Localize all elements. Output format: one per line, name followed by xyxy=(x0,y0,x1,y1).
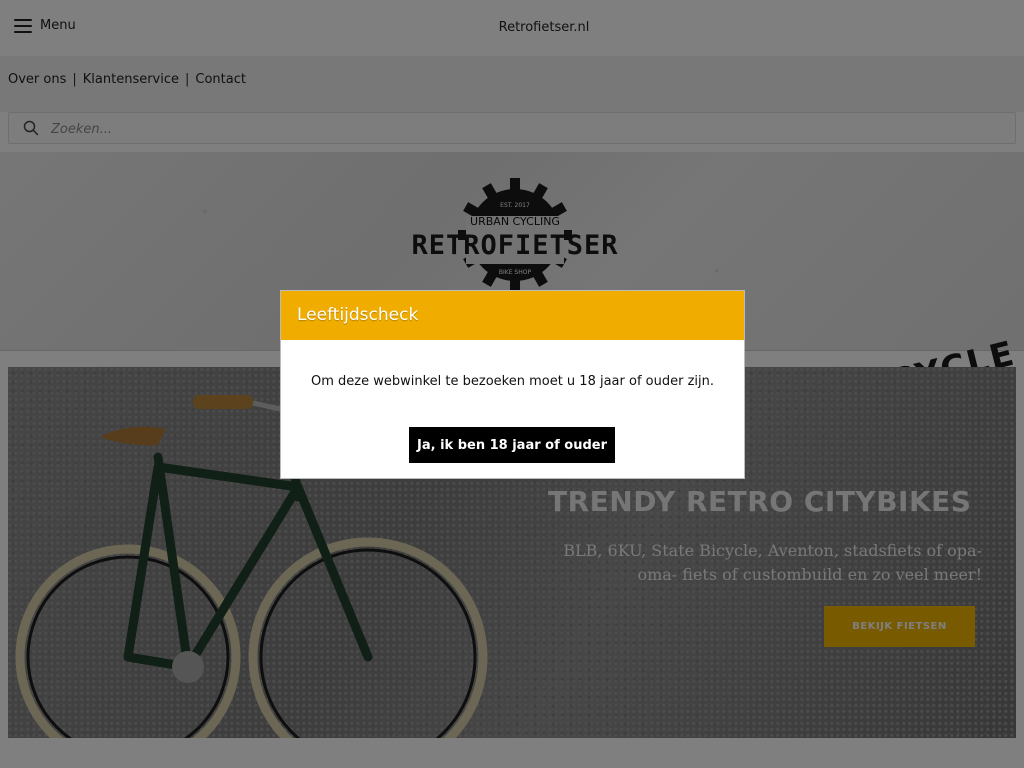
age-check-modal: Leeftijdscheck Om deze webwinkel te bezo… xyxy=(280,290,745,479)
modal-header: Leeftijdscheck xyxy=(281,291,744,340)
modal-message: Om deze webwinkel te bezoeken moet u 18 … xyxy=(310,374,714,389)
confirm-age-button[interactable]: Ja, ik ben 18 jaar of ouder xyxy=(409,427,615,463)
modal-title: Leeftijdscheck xyxy=(297,305,419,325)
